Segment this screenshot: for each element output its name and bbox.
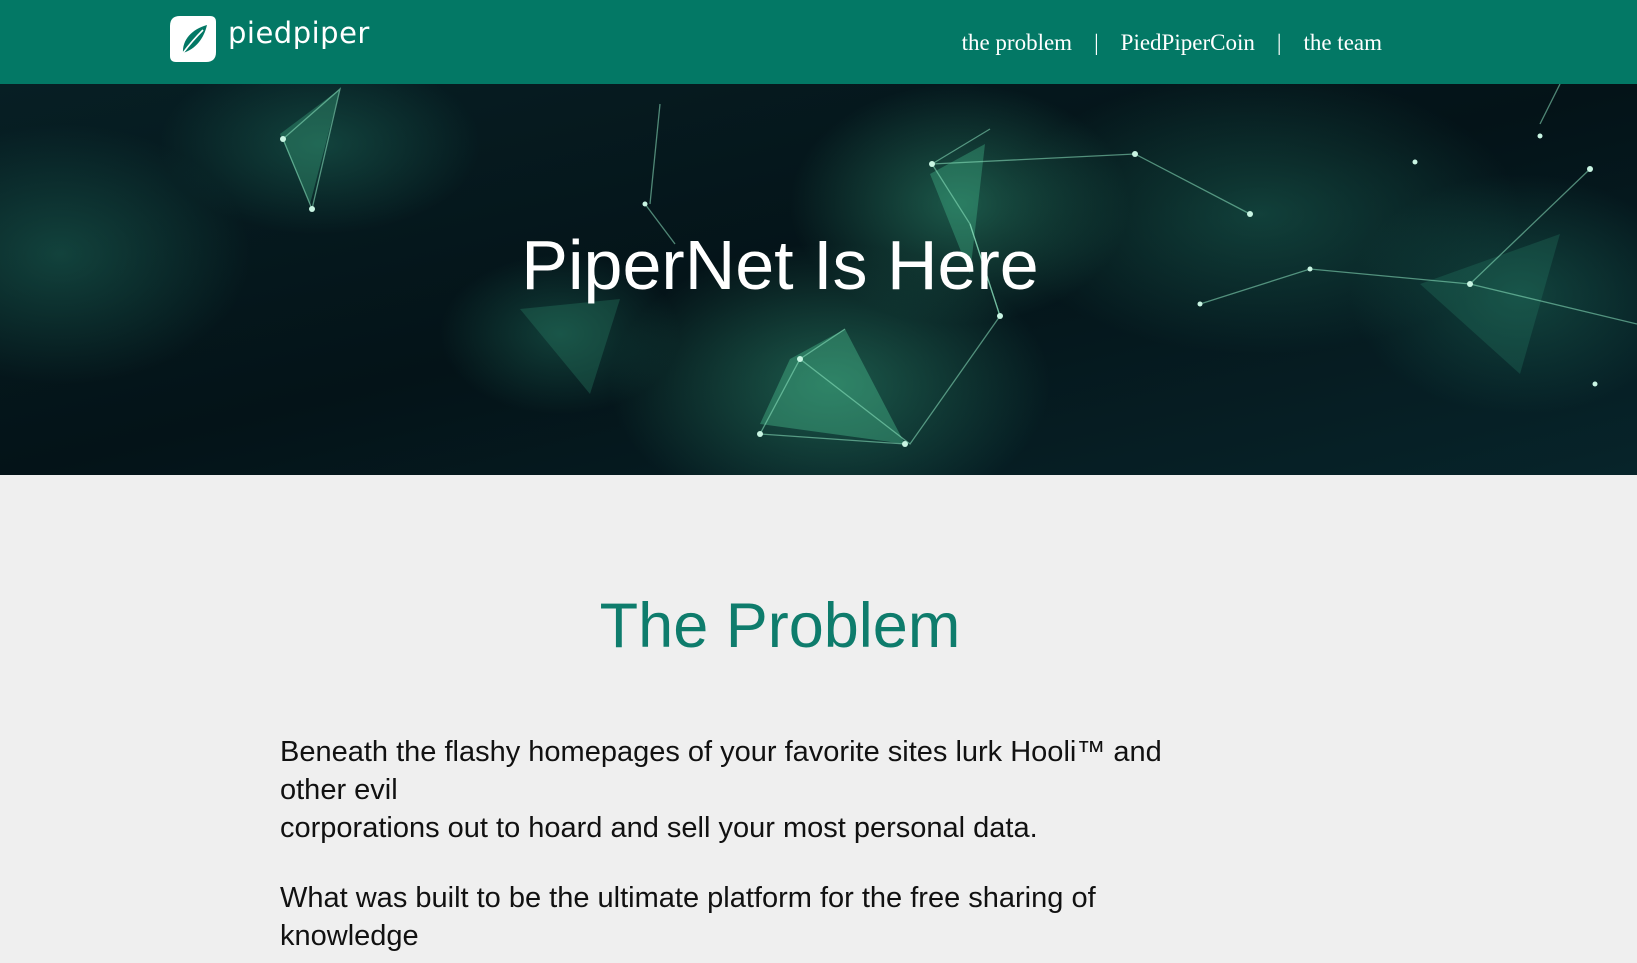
problem-section: The Problem Beneath the flashy homepages… xyxy=(0,475,1637,963)
nav-link-piedpipercoin[interactable]: PiedPiperCoin xyxy=(1121,30,1255,56)
paragraph-line: What was built to be the ultimate platfo… xyxy=(280,882,1096,914)
paragraph-line: knowledge xyxy=(280,920,419,952)
brand-home-link[interactable]: piedpiper xyxy=(170,16,370,62)
nav-link-the-team[interactable]: the team xyxy=(1303,30,1382,56)
piedpiper-leaf-logo-icon xyxy=(170,16,216,62)
hero-title: PiperNet Is Here xyxy=(521,226,1039,304)
brand-name: piedpiper xyxy=(228,15,370,50)
nav-link-the-problem[interactable]: the problem xyxy=(962,30,1073,56)
paragraph-line: Beneath the flashy homepages of your fav… xyxy=(280,736,1162,768)
main-nav: the problem | PiedPiperCoin | the team xyxy=(962,26,1382,60)
nav-separator: | xyxy=(1094,30,1099,55)
nav-separator: | xyxy=(1276,30,1282,55)
problem-paragraph: What was built to be the ultimate platfo… xyxy=(280,879,1280,955)
problem-heading: The Problem xyxy=(599,591,961,661)
paragraph-line: other evil xyxy=(280,774,398,806)
paragraph-line: corporations out to hoard and sell your … xyxy=(280,812,1038,844)
hero-banner: PiperNet Is Here xyxy=(0,84,1637,475)
problem-paragraph: Beneath the flashy homepages of your fav… xyxy=(280,733,1280,847)
top-navbar: piedpiper the problem | PiedPiperCoin | … xyxy=(0,0,1637,84)
page: piedpiper the problem | PiedPiperCoin | … xyxy=(0,0,1637,963)
